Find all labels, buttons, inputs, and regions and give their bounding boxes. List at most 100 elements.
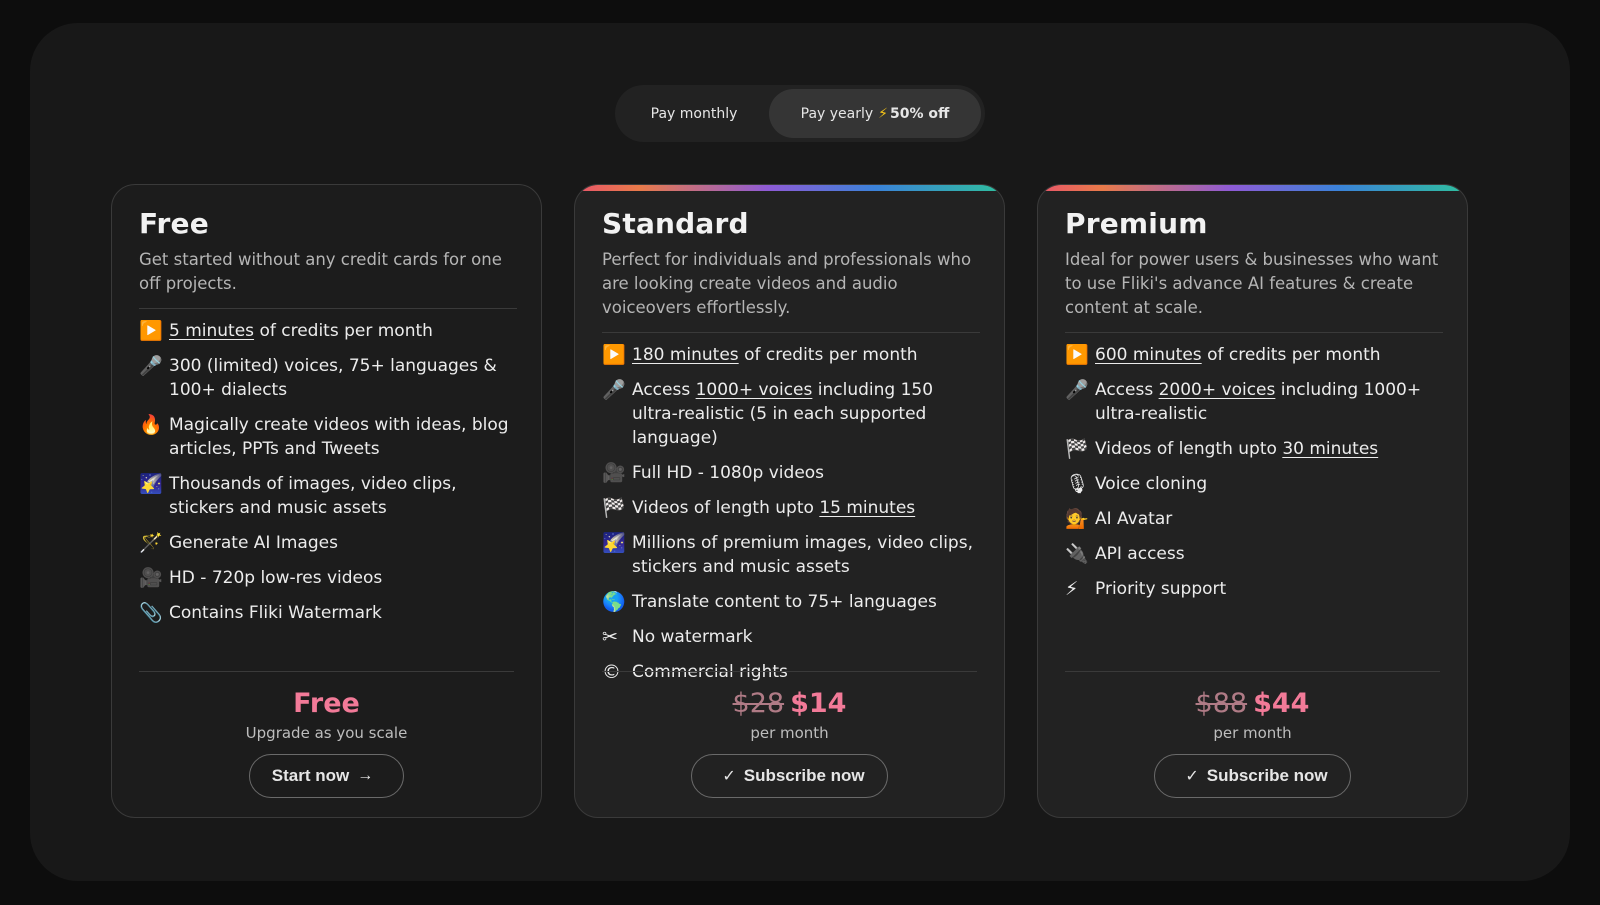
play-button-icon: ▶️ [1065, 344, 1089, 366]
feature-text-pre: No watermark [632, 627, 753, 647]
feature-text-post: of credits per month [1201, 345, 1381, 365]
feature-text: Videos of length upto 15 minutes [632, 496, 915, 520]
feature-text: Videos of length upto 30 minutes [1095, 437, 1378, 461]
globe-icon: 🌎 [602, 591, 626, 613]
picture-icon: 🌠 [139, 473, 163, 495]
cta-label: Subscribe now [1206, 766, 1328, 785]
check-icon: ✓ [1185, 768, 1199, 785]
feature-item: 🌠 Millions of premium images, video clips… [602, 531, 980, 579]
feature-item: 🎤 300 (limited) voices, 75+ languages & 1… [139, 354, 517, 402]
video-camera-icon: 🎥 [139, 567, 163, 589]
pay-monthly-option[interactable]: Pay monthly [619, 89, 769, 138]
feature-text-pre: Millions of premium images, video clips,… [632, 533, 973, 577]
feature-list: ▶️ 5 minutes of credits per month 🎤 300 (li… [139, 319, 517, 625]
plan-card-standard: Standard Perfect for individuals and prof… [574, 184, 1005, 818]
feature-item: 🏁 Videos of length upto 30 minutes [1065, 437, 1443, 461]
current-price: $44 [1253, 688, 1310, 719]
feature-item: 💁 AI Avatar [1065, 507, 1443, 531]
play-button-icon: ▶️ [139, 320, 163, 342]
pay-yearly-option[interactable]: Pay yearly ⚡ 50% off [769, 89, 981, 138]
feature-text-pre: AI Avatar [1095, 509, 1173, 529]
feature-item: 📎 Contains Fliki Watermark [139, 601, 517, 625]
feature-list: ▶️ 600 minutes of credits per month 🎤 Acces… [1065, 343, 1443, 601]
feature-text: Millions of premium images, video clips,… [632, 531, 980, 579]
divider [602, 332, 980, 333]
paperclip-icon: 📎 [139, 602, 163, 624]
plan-price: $28 $14 [602, 688, 977, 720]
feature-list: ▶️ 180 minutes of credits per month 🎤 Acces… [602, 343, 980, 684]
feature-link[interactable]: 1000+ voices [696, 380, 813, 400]
plan-price: Free [139, 688, 514, 720]
picture-icon: 🌠 [602, 532, 626, 554]
price-period: per month [750, 724, 829, 742]
plan-footer: $28 $14 per month ✓ Subscribe now [602, 671, 977, 798]
feature-link[interactable]: 30 minutes [1282, 439, 1378, 459]
plan-description: Get started without any credit cards for… [139, 250, 502, 293]
original-price: $28 [732, 688, 785, 719]
feature-text-pre: Voice cloning [1095, 474, 1208, 494]
feature-link[interactable]: 600 minutes [1095, 345, 1202, 365]
subscribe-now-button[interactable]: ✓ Subscribe now [1154, 754, 1351, 798]
electric-plug-icon: 🔌 [1065, 543, 1089, 565]
feature-text-pre: Contains Fliki Watermark [169, 603, 382, 623]
feature-text-post: of credits per month [738, 345, 918, 365]
plan-title: Standard [602, 207, 749, 240]
checkered-flag-icon: 🏁 [1065, 438, 1089, 460]
price-period: Upgrade as you scale [245, 724, 408, 742]
cta-label: Subscribe now [743, 766, 865, 785]
microphone-icon: 🎤 [602, 379, 626, 401]
feature-item: 🎙 Voice cloning [1065, 472, 1443, 496]
plan-footer: $88 $44 per month ✓ Subscribe now [1065, 671, 1440, 798]
feature-item: ▶️ 5 minutes of credits per month [139, 319, 517, 343]
feature-text-post: of credits per month [254, 321, 433, 341]
feature-item: 🔥 Magically create videos with ideas, blo… [139, 413, 517, 461]
cta-label: Start now [271, 766, 350, 785]
lightning-icon: ⚡ [878, 105, 889, 122]
scissors-icon: ✂ [602, 626, 618, 648]
feature-text: AI Avatar [1095, 507, 1172, 531]
lightning-icon: ⚡ [1065, 578, 1079, 600]
plan-title: Free [139, 207, 209, 240]
arrow-right-icon: → [357, 767, 374, 784]
feature-link[interactable]: 15 minutes [819, 498, 915, 518]
subscribe-now-button[interactable]: ✓ Subscribe now [691, 754, 888, 798]
plan-description: Perfect for individuals and professional… [602, 250, 972, 317]
feature-link[interactable]: 180 minutes [632, 345, 739, 365]
feature-text: API access [1095, 542, 1185, 566]
plan-description: Ideal for power users & businesses who w… [1065, 250, 1439, 317]
feature-item: 🎤 Access 2000+ voices including 1000+ ult… [1065, 378, 1443, 426]
video-camera-icon: 🎥 [602, 462, 626, 484]
feature-text-pre: API access [1095, 544, 1185, 564]
feature-text: Translate content to 75+ languages [632, 590, 937, 614]
feature-item: 🏁 Videos of length upto 15 minutes [602, 496, 980, 520]
plan-card-free: Free Get started without any credit cards… [111, 184, 542, 818]
original-price: $88 [1195, 688, 1248, 719]
start-now-button[interactable]: Start now → [248, 754, 405, 798]
feature-text-pre: Priority support [1095, 579, 1227, 599]
feature-item: ✂ No watermark [602, 625, 980, 649]
plan-footer: Free Upgrade as you scale Start now → [139, 671, 514, 798]
feature-item: 🎥 Full HD - 1080p videos [602, 461, 980, 485]
feature-item: 🌠 Thousands of images, video clips, stick… [139, 472, 517, 520]
feature-text-pre: HD - 720p low-res videos [169, 568, 383, 588]
magic-wand-icon: 🪄 [139, 532, 163, 554]
feature-text-pre: Generate AI Images [169, 533, 338, 553]
plan-price: $88 $44 [1065, 688, 1440, 720]
feature-text-pre: Access [1095, 380, 1159, 400]
feature-text-pre: Videos of length upto [632, 498, 820, 518]
feature-text: 600 minutes of credits per month [1095, 343, 1381, 367]
feature-text: Priority support [1095, 577, 1226, 601]
feature-link[interactable]: 2000+ voices [1159, 380, 1276, 400]
billing-toggle: Pay monthly Pay yearly ⚡ 50% off [615, 85, 985, 142]
feature-text: 300 (limited) voices, 75+ languages & 10… [169, 354, 517, 402]
feature-item: 🪄 Generate AI Images [139, 531, 517, 555]
feature-text: 180 minutes of credits per month [632, 343, 918, 367]
feature-text-pre: Magically create videos with ideas, blog… [169, 415, 509, 459]
feature-text: 5 minutes of credits per month [169, 319, 433, 343]
feature-text: Access 2000+ voices including 1000+ ultr… [1095, 378, 1443, 426]
feature-item: ▶️ 180 minutes of credits per month [602, 343, 980, 367]
plan-card-premium: Premium Ideal for power users & businesse… [1037, 184, 1468, 818]
feature-text: Magically create videos with ideas, blog… [169, 413, 517, 461]
feature-item: ▶️ 600 minutes of credits per month [1065, 343, 1443, 367]
feature-link[interactable]: 5 minutes [169, 321, 254, 341]
